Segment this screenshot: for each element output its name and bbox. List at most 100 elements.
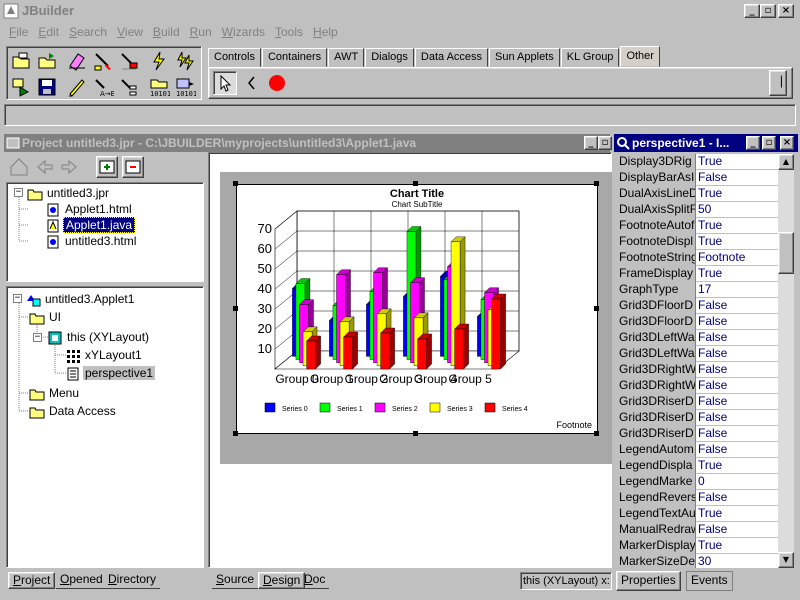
property-value[interactable]: False	[698, 394, 778, 409]
inspector-scrollbar[interactable]: ▲ ▼	[778, 154, 794, 568]
property-row[interactable]: LegendRevers False	[616, 490, 778, 506]
palette-tab-sun-applets[interactable]: Sun Applets	[489, 48, 560, 67]
forward-button[interactable]	[58, 156, 80, 178]
property-value[interactable]: False	[698, 410, 778, 425]
property-row[interactable]: LegendTextAu True	[616, 506, 778, 522]
replace-icon[interactable]: A→B	[91, 75, 115, 99]
property-value[interactable]: True	[698, 538, 778, 553]
property-value[interactable]: False	[698, 442, 778, 457]
property-row[interactable]: LegendMarke 0	[616, 474, 778, 490]
property-row[interactable]: Grid3DFloorD False	[616, 314, 778, 330]
palette-tab-data-access[interactable]: Data Access	[414, 48, 489, 67]
property-value[interactable]: True	[698, 218, 778, 233]
eraser-icon[interactable]	[65, 49, 89, 73]
palette-tab-awt[interactable]: AWT	[328, 48, 365, 67]
tree-node-applet1-html[interactable]: Applet1.html	[45, 201, 134, 217]
property-value[interactable]: 0	[698, 474, 778, 489]
property-value[interactable]: False	[698, 378, 778, 393]
tab-doc[interactable]: Doc	[300, 572, 330, 589]
tree-node-menu[interactable]: Menu	[29, 385, 81, 401]
project-minimize-button[interactable]: _	[584, 136, 598, 150]
binary-folder-icon[interactable]: 10101	[147, 75, 171, 99]
property-value[interactable]: False	[698, 522, 778, 537]
property-row[interactable]: FootnoteAutof True	[616, 218, 778, 234]
property-value[interactable]: False	[698, 490, 778, 505]
palette-scroll-right[interactable]: ▕	[769, 70, 787, 96]
property-row[interactable]: DisplayBarAsI False	[616, 170, 778, 186]
property-row[interactable]: ManualRedraw False	[616, 522, 778, 538]
property-row[interactable]: Grid3DRiserD False	[616, 410, 778, 426]
selection-handle[interactable]	[594, 306, 599, 311]
menu-item-help[interactable]: Help	[308, 23, 343, 39]
property-row[interactable]: MarkerSizeDe 30	[616, 554, 778, 568]
tree-node-ui[interactable]: UI	[29, 309, 63, 325]
property-row[interactable]: Grid3DLeftWa False	[616, 346, 778, 362]
property-value[interactable]: True	[698, 186, 778, 201]
home-button[interactable]	[8, 156, 30, 178]
hierarchy-icon[interactable]	[117, 75, 141, 99]
property-value[interactable]: 17	[698, 282, 778, 297]
property-value[interactable]: False	[698, 426, 778, 441]
tree-node-applet1-java[interactable]: Applet1.java	[45, 217, 136, 233]
lightning-group-icon[interactable]	[173, 49, 197, 73]
remove-from-project-button[interactable]	[122, 156, 144, 178]
property-row[interactable]: MarkerDisplay True	[616, 538, 778, 554]
record-tool[interactable]	[265, 71, 289, 95]
open-file-icon[interactable]	[35, 49, 59, 73]
selection-handle[interactable]	[233, 306, 238, 311]
property-row[interactable]: Display3DRig True	[616, 154, 778, 170]
property-row[interactable]: FootnoteDispl True	[616, 234, 778, 250]
paint-icon[interactable]	[117, 49, 141, 73]
property-value[interactable]: True	[698, 234, 778, 249]
property-row[interactable]: Grid3DLeftWa False	[616, 330, 778, 346]
close-button[interactable]: ×	[778, 4, 794, 18]
palette-tab-dialogs[interactable]: Dialogs	[365, 48, 414, 67]
tab-design[interactable]: Design	[258, 572, 306, 589]
structure-collapse-toggle[interactable]: −	[13, 294, 22, 303]
tab-project[interactable]: Project	[8, 572, 56, 589]
property-value[interactable]: True	[698, 458, 778, 473]
property-value[interactable]: True	[698, 266, 778, 281]
property-value[interactable]: False	[698, 346, 778, 361]
palette-tab-kl-group[interactable]: KL Group	[560, 48, 620, 67]
selection-handle[interactable]	[233, 181, 238, 186]
scroll-down-icon[interactable]: ▼	[778, 552, 794, 568]
pen-icon[interactable]	[65, 75, 89, 99]
brush-icon[interactable]	[91, 49, 115, 73]
property-value[interactable]: False	[698, 314, 778, 329]
property-row[interactable]: Grid3DRiserD False	[616, 394, 778, 410]
tree-collapse-toggle[interactable]: −	[14, 188, 23, 197]
add-to-project-button[interactable]	[96, 156, 118, 178]
property-row[interactable]: Grid3DRightW False	[616, 362, 778, 378]
menu-item-view[interactable]: View	[112, 23, 148, 39]
selection-handle[interactable]	[233, 431, 238, 436]
property-row[interactable]: GraphType 17	[616, 282, 778, 298]
property-row[interactable]: Grid3DFloorD False	[616, 298, 778, 314]
menu-item-build[interactable]: Build	[148, 23, 185, 39]
palette-tab-controls[interactable]: Controls	[208, 48, 261, 67]
tab-directory[interactable]: Directory	[104, 572, 161, 589]
property-row[interactable]: FootnoteString Footnote	[616, 250, 778, 266]
maximize-button[interactable]: ▫	[760, 4, 776, 18]
property-value[interactable]: False	[698, 170, 778, 185]
property-value[interactable]: False	[698, 330, 778, 345]
tree-node-applet-class[interactable]: untitled3.Applet1	[25, 291, 136, 307]
run-arrow-icon[interactable]	[9, 75, 33, 99]
inspector-maximize-button[interactable]: ▫	[762, 136, 776, 150]
property-value[interactable]: False	[698, 298, 778, 313]
property-value[interactable]: True	[698, 154, 778, 169]
tree-node-data-access[interactable]: Data Access	[29, 403, 118, 419]
scroll-thumb[interactable]	[778, 232, 794, 274]
property-value[interactable]: 30	[698, 554, 778, 568]
this-collapse-toggle[interactable]: −	[33, 333, 42, 342]
tab-source[interactable]: Source	[212, 572, 259, 589]
project-maximize-button[interactable]: ▫	[598, 136, 612, 150]
save-icon[interactable]	[35, 75, 59, 99]
palette-tab-containers[interactable]: Containers	[261, 48, 328, 67]
menu-item-search[interactable]: Search	[64, 23, 112, 39]
bracket-tool[interactable]	[241, 71, 263, 95]
scroll-up-icon[interactable]: ▲	[778, 154, 794, 170]
inspector-minimize-button[interactable]: _	[746, 136, 760, 150]
tab-events[interactable]: Events	[686, 571, 733, 591]
property-row[interactable]: LegendDispla True	[616, 458, 778, 474]
